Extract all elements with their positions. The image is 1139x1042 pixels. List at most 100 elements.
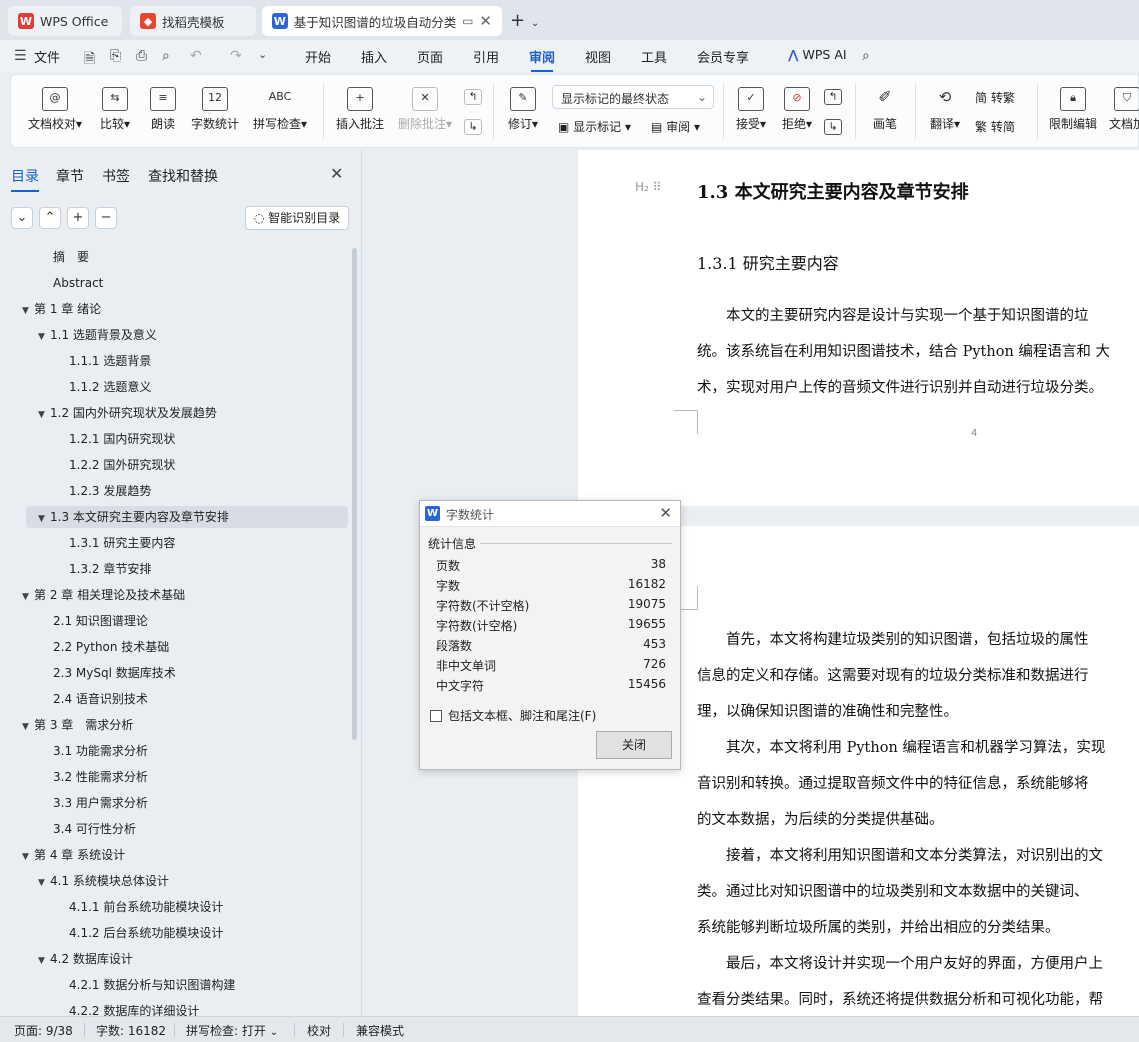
status-spell-check[interactable]: 拼写检查: 打开 ⌄ xyxy=(186,1022,278,1039)
include-textbox-checkbox[interactable]: 包括文本框、脚注和尾注(F) xyxy=(430,707,596,724)
expand-triangle-icon[interactable]: ▼ xyxy=(38,326,50,348)
toc-item[interactable]: 3.1 功能需求分析 xyxy=(0,740,345,762)
toc-item[interactable]: ▼ 4.1 系统模块总体设计 xyxy=(0,870,345,892)
nav-tab-find-replace[interactable]: 查找和替换 xyxy=(148,166,218,186)
word-count-button[interactable]: 12 字数统计 xyxy=(189,87,241,132)
nav-tab-sections[interactable]: 章节 xyxy=(56,166,84,186)
toc-item[interactable]: 4.2.1 数据分析与知识图谱构建 xyxy=(0,974,345,996)
menu-insert[interactable]: 插入 xyxy=(361,47,387,66)
nav-tab-bookmarks[interactable]: 书签 xyxy=(102,166,130,186)
read-aloud-button[interactable]: ≡ 朗读 xyxy=(145,87,181,132)
menu-reference[interactable]: 引用 xyxy=(473,47,499,66)
toc-item[interactable]: 2.1 知识图谱理论 xyxy=(0,610,345,632)
close-icon[interactable]: ✕ xyxy=(659,504,672,522)
toc-item[interactable]: Abstract xyxy=(0,272,345,294)
restrict-edit-button[interactable]: 🔒︎ 限制编辑 xyxy=(1045,87,1101,132)
toc-item[interactable]: 2.2 Python 技术基础 xyxy=(0,636,345,658)
delete-comment-button[interactable]: ✕ 删除批注▾ xyxy=(394,87,456,132)
menu-tools[interactable]: 工具 xyxy=(641,47,667,66)
new-tab-button[interactable]: + ⌄ xyxy=(510,10,539,31)
compare-button[interactable]: ⇆ 比较▾ xyxy=(95,87,135,132)
expand-triangle-icon[interactable]: ▼ xyxy=(22,586,34,608)
more-chevron-icon[interactable]: ⌄ xyxy=(258,48,267,61)
toc-item[interactable]: ▼ 1.3 本文研究主要内容及章节安排 xyxy=(26,506,348,528)
next-comment-button[interactable]: ↳ xyxy=(463,119,483,139)
export-icon[interactable]: ⎘ xyxy=(110,48,121,64)
toc-item[interactable]: 1.3.1 研究主要内容 xyxy=(0,532,345,554)
document-page[interactable]: H₂ ⠿ 1.3 本文研究主要内容及章节安排 1.3.1 研究主要内容 本文的主… xyxy=(578,150,1139,506)
next-change-button[interactable]: ↳ xyxy=(823,119,843,139)
toc-item[interactable]: 4.1.1 前台系统功能模块设计 xyxy=(0,896,345,918)
remove-heading-button[interactable]: − xyxy=(95,207,117,229)
toc-scrollbar[interactable] xyxy=(352,248,357,740)
insert-comment-button[interactable]: + 插入批注 xyxy=(333,87,387,132)
menu-member[interactable]: 会员专享 xyxy=(697,47,749,66)
translate-button[interactable]: ⟲ 翻译▾ xyxy=(925,87,965,132)
print-icon[interactable]: ⎙ xyxy=(136,48,147,64)
toc-item[interactable]: ▼ 第 2 章 相关理论及技术基础 xyxy=(0,584,345,606)
toc-item[interactable]: ▼ 第 4 章 系统设计 xyxy=(0,844,345,866)
toc-item[interactable]: 3.4 可行性分析 xyxy=(0,818,345,840)
expand-all-button[interactable]: ⌄ xyxy=(11,207,33,229)
expand-triangle-icon[interactable]: ▼ xyxy=(38,950,50,972)
toc-item[interactable]: ▼ 1.1 选题背景及意义 xyxy=(0,324,345,346)
tab-document[interactable]: W 基于知识图谱的垃圾自动分类 ▭ ✕ xyxy=(262,6,502,36)
toc-item[interactable]: 1.2.1 国内研究现状 xyxy=(0,428,345,450)
toc-item[interactable]: 1.2.2 国外研究现状 xyxy=(0,454,345,476)
toc-item[interactable]: 2.4 语音识别技术 xyxy=(0,688,345,710)
expand-triangle-icon[interactable]: ▼ xyxy=(38,404,50,426)
checkbox-box[interactable] xyxy=(430,709,442,722)
screen-icon[interactable]: ▭ xyxy=(462,14,473,28)
toc-item[interactable]: 3.2 性能需求分析 xyxy=(0,766,345,788)
toc-item[interactable]: ▼ 第 3 章 需求分析 xyxy=(0,714,345,736)
tab-daoke-templates[interactable]: ◆ 找稻壳模板 xyxy=(130,6,256,36)
status-proofing[interactable]: 校对 xyxy=(307,1022,331,1039)
redo-icon[interactable]: ↷ xyxy=(230,48,242,64)
close-icon[interactable]: ✕ xyxy=(330,164,343,183)
toc-item[interactable]: ▼ 4.2 数据库设计 xyxy=(0,948,345,970)
expand-triangle-icon[interactable]: ▼ xyxy=(38,508,50,530)
markup-state-select[interactable]: 显示标记的最终状态 ⌄ xyxy=(552,85,714,109)
doc-check-button[interactable]: @ 文档校对▾ xyxy=(27,87,83,132)
hamburger-icon[interactable]: ☰ xyxy=(14,48,27,64)
toc-item[interactable]: ▼ 第 1 章 绪论 xyxy=(0,298,345,320)
pen-button[interactable]: ✐ 画笔 xyxy=(867,87,903,132)
add-heading-button[interactable]: + xyxy=(67,207,89,229)
undo-icon[interactable]: ↶ xyxy=(190,48,202,64)
print-preview-icon[interactable]: ⌕ xyxy=(162,48,170,64)
toc-item[interactable]: 1.1.2 选题意义 xyxy=(0,376,345,398)
collapse-button[interactable]: ⌃ xyxy=(39,207,61,229)
menu-page[interactable]: 页面 xyxy=(417,47,443,66)
menu-review[interactable]: 审阅 xyxy=(529,47,555,72)
accept-button[interactable]: ✓ 接受▾ xyxy=(731,87,771,132)
toc-item[interactable]: 3.3 用户需求分析 xyxy=(0,792,345,814)
toc-item[interactable]: 1.3.2 章节安排 xyxy=(0,558,345,580)
menu-view[interactable]: 视图 xyxy=(585,47,611,66)
menu-start[interactable]: 开始 xyxy=(305,47,331,66)
tab-wps-office[interactable]: W WPS Office xyxy=(8,6,122,36)
smart-toc-button[interactable]: ◌ 智能识别目录 xyxy=(245,206,349,230)
status-word-count[interactable]: 字数: 16182 xyxy=(96,1022,166,1039)
file-menu[interactable]: 文件 xyxy=(34,47,60,66)
review-pane-button[interactable]: ▤ 审阅 ▾ xyxy=(651,118,700,135)
to-simplified-button[interactable]: 繁 转简 xyxy=(975,118,1015,135)
expand-triangle-icon[interactable]: ▼ xyxy=(22,846,34,868)
doc-protect-button[interactable]: ⛉ 文档加 xyxy=(1107,87,1139,132)
chevron-down-icon[interactable]: ⌄ xyxy=(531,18,539,29)
status-page[interactable]: 页面: 9/38 xyxy=(14,1022,73,1039)
prev-comment-button[interactable]: ↰ xyxy=(463,89,483,109)
dialog-title-bar[interactable]: W 字数统计 ✕ xyxy=(420,501,680,527)
save-icon[interactable]: 🗎 xyxy=(84,48,95,72)
search-icon[interactable]: ⌕ xyxy=(862,48,870,64)
expand-triangle-icon[interactable]: ▼ xyxy=(22,716,34,738)
toc-item[interactable]: 4.1.2 后台系统功能模块设计 xyxy=(0,922,345,944)
wps-ai-button[interactable]: ⋀ WPS AI xyxy=(788,47,847,62)
prev-change-button[interactable]: ↰ xyxy=(823,89,843,109)
expand-triangle-icon[interactable]: ▼ xyxy=(22,300,34,322)
toc-item[interactable]: 2.3 MySql 数据库技术 xyxy=(0,662,345,684)
toc-item[interactable]: ▼ 1.2 国内外研究现状及发展趋势 xyxy=(0,402,345,424)
to-traditional-button[interactable]: 简 转繁 xyxy=(975,89,1015,106)
expand-triangle-icon[interactable]: ▼ xyxy=(38,872,50,894)
show-markup-button[interactable]: ▣ 显示标记 ▾ xyxy=(558,118,631,135)
drag-handle-icon[interactable]: ⠿ xyxy=(653,180,662,194)
